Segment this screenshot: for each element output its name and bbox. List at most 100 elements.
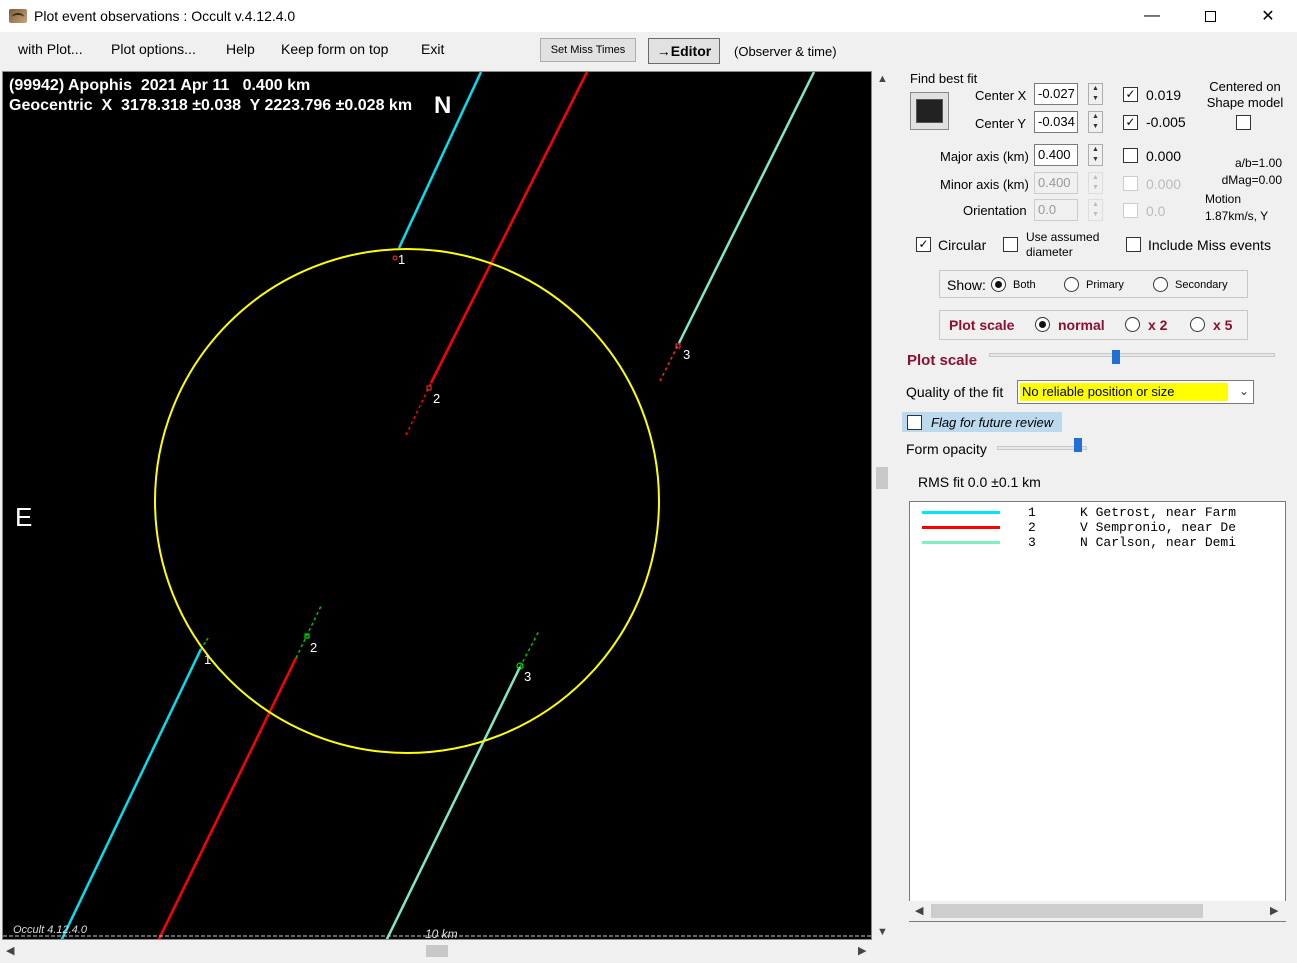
menu-exit[interactable]: Exit — [421, 41, 444, 57]
menu-keep-on-top[interactable]: Keep form on top — [281, 41, 388, 57]
centered-shape-label: Centered on Shape model — [1206, 79, 1284, 110]
plot-horizontal-scrollbar[interactable]: ◀ ▶ — [2, 942, 872, 960]
window-title: Plot event observations : Occult v.4.12.… — [34, 8, 296, 24]
plot-vertical-scrollbar[interactable]: ▲ ▼ — [874, 71, 890, 940]
major-axis-checkbox[interactable] — [1123, 148, 1138, 163]
chord-1-label-top: 1 — [398, 252, 406, 267]
chord-2-line — [157, 657, 298, 939]
plot-title: (99942) Apophis 2021 Apr 11 0.400 km Geoc… — [9, 76, 412, 116]
scale-x5-radio[interactable] — [1190, 317, 1205, 332]
center-y-uncertainty: -0.005 — [1146, 114, 1186, 130]
center-y-checkbox[interactable]: ✓ — [1123, 115, 1138, 130]
chord-3-label-top: 3 — [683, 347, 691, 362]
fit-panel: Find best fit Center X -0.027 ▲ ▼ ✓ 0.019… — [900, 71, 1295, 960]
observer-3-name: N Carlson, near Demi — [1080, 535, 1237, 550]
show-both-radio[interactable] — [991, 277, 1006, 292]
maximize-button[interactable] — [1181, 0, 1239, 32]
center-x-spinner[interactable]: ▲ ▼ — [1088, 83, 1103, 105]
scale-normal-label: normal — [1058, 317, 1105, 333]
observer-1-swatch — [922, 511, 1000, 514]
quality-value: No reliable position or size — [1020, 383, 1228, 401]
observer-list[interactable]: 1 K Getrost, near Farm 2 V Sempronio, ne… — [909, 501, 1286, 922]
form-opacity-label: Form opacity — [906, 441, 987, 457]
observer-3-num: 3 — [1028, 535, 1036, 550]
fit-ellipse — [154, 248, 660, 754]
menu-with-plot[interactable]: with Plot... — [18, 41, 83, 57]
scroll-right-icon[interactable]: ▶ — [858, 944, 866, 957]
circular-label: Circular — [938, 237, 987, 253]
flag-review-checkbox[interactable] — [907, 415, 922, 430]
major-axis-field[interactable]: 0.400 — [1034, 144, 1078, 166]
show-secondary-radio[interactable] — [1153, 277, 1168, 292]
center-x-checkbox[interactable]: ✓ — [1123, 87, 1138, 102]
plot-scale-slider-label: Plot scale — [907, 352, 978, 369]
minor-axis-field: 0.400 — [1034, 172, 1078, 194]
find-best-fit-button[interactable] — [910, 92, 949, 130]
show-primary-label: Primary — [1086, 279, 1124, 291]
set-miss-times-button[interactable]: Set Miss Times — [540, 38, 636, 62]
horizontal-scroll-thumb[interactable] — [426, 945, 448, 957]
east-label: E — [15, 502, 33, 532]
chord-2-dash-top — [405, 382, 432, 436]
chord-2-label-top: 2 — [433, 391, 441, 406]
plot-scale-slider[interactable] — [989, 353, 1275, 357]
show-label: Show: — [947, 277, 986, 293]
scale-x2-radio[interactable] — [1125, 317, 1140, 332]
list-item[interactable]: 1 K Getrost, near Farm — [910, 505, 1285, 520]
motion-label: Motion — [1205, 192, 1242, 206]
centered-shape-checkbox[interactable] — [1236, 115, 1251, 130]
plot-canvas[interactable]: (99942) Apophis 2021 Apr 11 0.400 km Geoc… — [2, 71, 872, 940]
chevron-down-icon: ⌄ — [1238, 384, 1249, 398]
use-assumed-checkbox[interactable] — [1003, 237, 1018, 252]
minimize-button[interactable]: — — [1123, 0, 1181, 32]
center-y-spinner[interactable]: ▲ ▼ — [1088, 111, 1103, 133]
show-secondary-label: Secondary — [1175, 279, 1228, 291]
editor-button[interactable]: →Editor — [648, 38, 720, 64]
quality-select[interactable]: No reliable position or size ⌄ — [1017, 380, 1254, 404]
chord-3-label-bottom: 3 — [524, 669, 532, 684]
scroll-left-icon[interactable]: ◀ — [6, 944, 14, 957]
list-scroll-right-icon[interactable]: ▶ — [1270, 904, 1278, 917]
plot-scale-slider-thumb[interactable] — [1112, 350, 1120, 364]
menu-plot-options[interactable]: Plot options... — [111, 41, 196, 57]
north-label: N — [434, 92, 452, 119]
scale-x2-label: x 2 — [1148, 317, 1168, 333]
list-scroll-left-icon[interactable]: ◀ — [915, 904, 923, 917]
observer-1-num: 1 — [1028, 505, 1036, 520]
title-bar: Plot event observations : Occult v.4.12.… — [0, 0, 1297, 32]
center-y-field[interactable]: -0.034 — [1034, 111, 1078, 133]
list-horizontal-scrollbar[interactable]: ◀ ▶ — [909, 901, 1286, 921]
plot-footer: Occult 4.12.4.0 — [13, 924, 87, 936]
center-x-uncertainty: 0.019 — [1146, 87, 1182, 103]
menu-help[interactable]: Help — [226, 41, 255, 57]
observer-time-menu[interactable]: (Observer & time) — [734, 44, 837, 59]
minor-axis-spinner: ▲ ▼ — [1088, 172, 1103, 194]
orientation-label: Orientation — [963, 203, 1027, 218]
list-item[interactable]: 2 V Sempronio, near De — [910, 520, 1285, 535]
scroll-up-icon[interactable]: ▲ — [877, 73, 888, 85]
chord-2-upper — [429, 72, 589, 384]
minor-axis-uncertainty: 0.000 — [1146, 176, 1182, 192]
list-scroll-thumb[interactable] — [931, 904, 1203, 918]
dmag: dMag=0.00 — [1221, 173, 1282, 187]
minimize-icon: — — [1144, 7, 1160, 24]
fit-chart-icon — [916, 99, 943, 123]
observer-2-num: 2 — [1028, 520, 1036, 535]
observer-1-name: K Getrost, near Farm — [1080, 505, 1237, 520]
major-axis-uncertainty: 0.000 — [1146, 148, 1182, 164]
include-miss-checkbox[interactable] — [1126, 237, 1141, 252]
list-item[interactable]: 3 N Carlson, near Demi — [910, 535, 1285, 550]
circular-checkbox[interactable]: ✓ — [916, 237, 931, 252]
form-opacity-slider-thumb[interactable] — [1074, 438, 1082, 452]
chord-2-dash-bottom — [295, 605, 322, 659]
chord-3-dash-bottom — [519, 630, 540, 668]
minor-axis-checkbox — [1123, 176, 1138, 191]
scroll-down-icon[interactable]: ▼ — [877, 926, 888, 938]
close-button[interactable]: ✕ — [1239, 0, 1297, 32]
scale-normal-radio[interactable] — [1035, 317, 1050, 332]
major-axis-spinner[interactable]: ▲ ▼ — [1088, 144, 1103, 166]
center-x-field[interactable]: -0.027 — [1034, 83, 1078, 105]
show-primary-radio[interactable] — [1064, 277, 1079, 292]
vertical-scroll-thumb[interactable] — [876, 467, 888, 489]
chord-3-dash-top — [659, 342, 680, 382]
